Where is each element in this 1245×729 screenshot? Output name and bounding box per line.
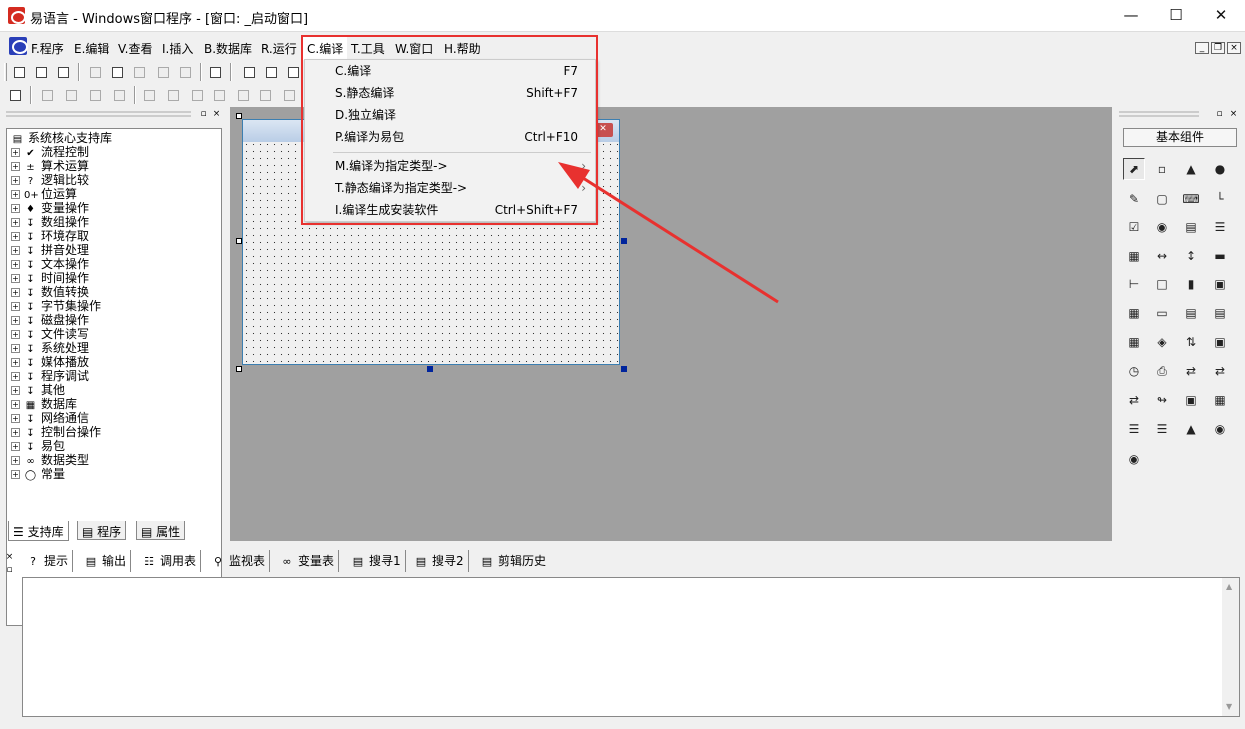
annotation-arrow-icon [558,162,779,304]
